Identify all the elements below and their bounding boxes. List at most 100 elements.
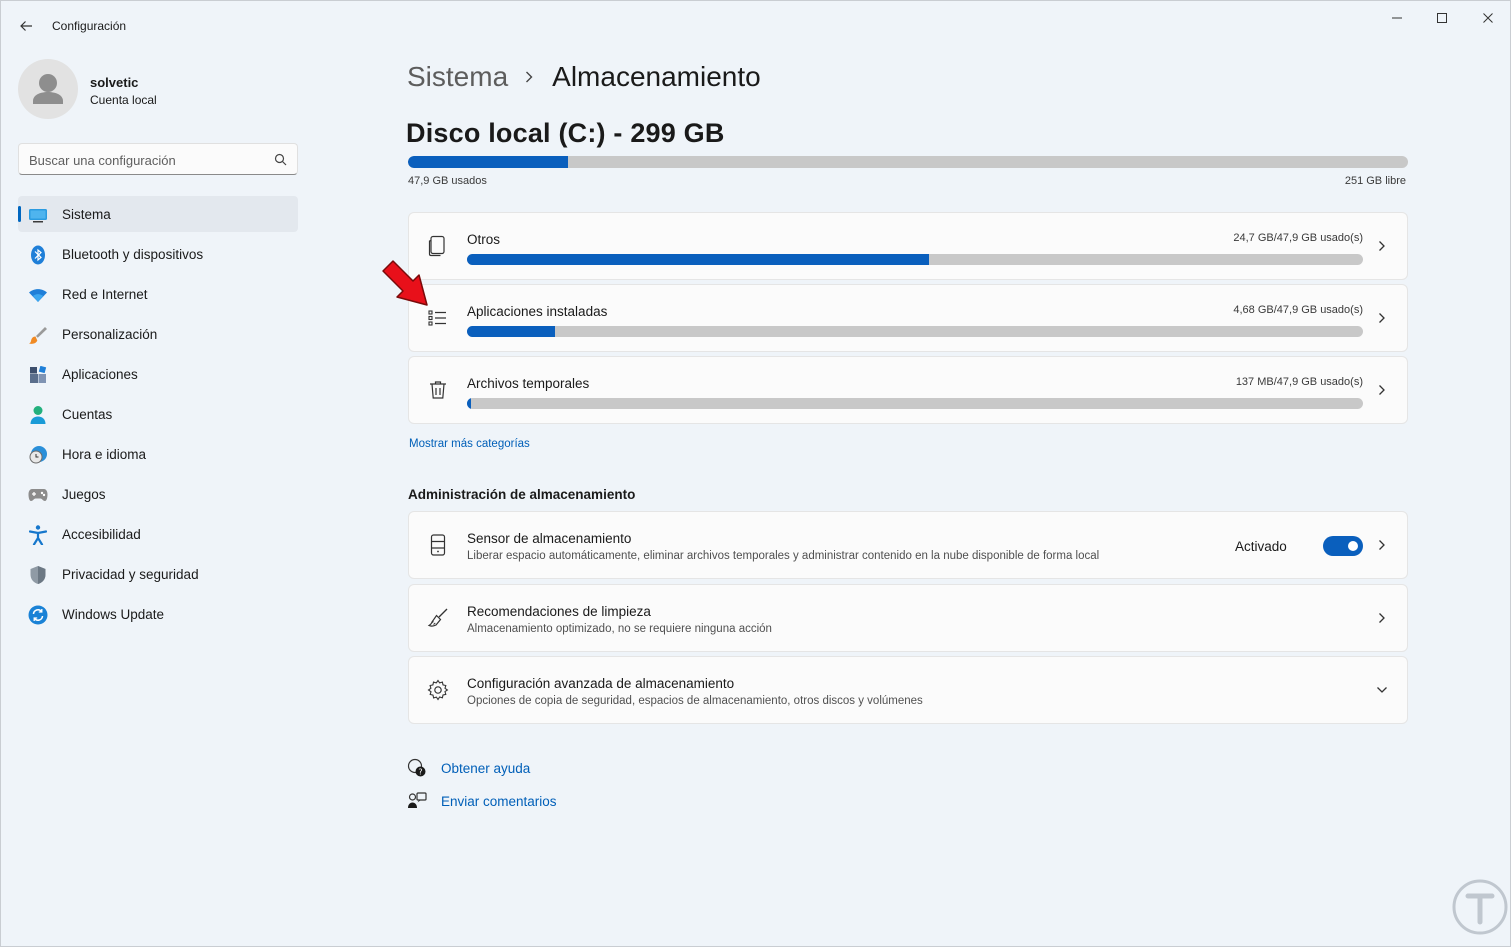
sidebar-nav: Sistema Bluetooth y dispositivos Red e I… [18, 196, 298, 636]
chevron-right-icon [1375, 239, 1389, 253]
gamepad-icon [28, 485, 48, 505]
sidebar-item-cuentas[interactable]: Cuentas [18, 396, 298, 432]
sidebar-item-red[interactable]: Red e Internet [18, 276, 298, 312]
sidebar-item-label: Juegos [62, 487, 106, 502]
toggle-state-label: Activado [1235, 539, 1287, 554]
sidebar-item-sistema[interactable]: Sistema [18, 196, 298, 232]
disk-usage-bar [408, 156, 1408, 168]
back-arrow-icon [20, 21, 32, 31]
chevron-right-icon [1375, 538, 1389, 552]
avatar[interactable] [18, 59, 78, 119]
clock-globe-icon [28, 445, 48, 465]
search-input[interactable] [29, 150, 269, 170]
sidebar-item-privacidad[interactable]: Privacidad y seguridad [18, 556, 298, 592]
sidebar-item-windows-update[interactable]: Windows Update [18, 596, 298, 632]
minimize-button[interactable] [1385, 9, 1409, 27]
storage-sense-card[interactable]: Sensor de almacenamiento Liberar espacio… [408, 511, 1408, 579]
chevron-right-icon [1375, 311, 1389, 325]
breadcrumb: Sistema Almacenamiento [407, 61, 761, 93]
category-usage-bar [467, 254, 1363, 265]
advanced-storage-title: Configuración avanzada de almacenamiento [467, 676, 735, 691]
user-name: solvetic [90, 75, 139, 90]
category-usage: 137 MB/47,9 GB usado(s) [1235, 376, 1363, 388]
disk-free-label: 251 GB libre [1344, 175, 1406, 187]
category-usage-fill [467, 326, 555, 337]
bluetooth-icon [28, 245, 48, 265]
back-button[interactable] [15, 15, 37, 37]
brush-icon [28, 325, 48, 345]
get-help-link[interactable]: Obtener ayuda [441, 761, 530, 776]
disk-used-label: 47,9 GB usados [408, 175, 487, 187]
chevron-down-icon [1375, 683, 1389, 697]
person-icon [33, 74, 63, 104]
cleanup-title: Recomendaciones de limpieza [467, 604, 651, 619]
disk-title: Disco local (C:) - 299 GB [406, 118, 725, 148]
chevron-right-icon [1375, 383, 1389, 397]
files-icon [427, 235, 449, 257]
apps-icon [28, 365, 48, 385]
wifi-icon [28, 285, 48, 305]
category-card-aplicaciones[interactable]: Aplicaciones instaladas 4,68 GB/47,9 GB … [408, 284, 1408, 352]
feedback-row[interactable]: Enviar comentarios [407, 791, 557, 811]
search-icon[interactable] [274, 153, 287, 171]
disk-usage-fill [408, 156, 568, 168]
sidebar-item-personalizacion[interactable]: Personalización [18, 316, 298, 352]
sidebar-item-label: Bluetooth y dispositivos [62, 247, 204, 262]
get-help-row[interactable]: ? Obtener ayuda [407, 758, 530, 778]
maximize-button[interactable] [1430, 9, 1454, 27]
accessibility-icon [28, 525, 48, 545]
maximize-icon [1437, 13, 1447, 23]
person-icon [28, 405, 48, 425]
sidebar-item-label: Hora e idioma [62, 447, 147, 462]
page-title: Almacenamiento [552, 61, 761, 92]
sidebar-item-bluetooth[interactable]: Bluetooth y dispositivos [18, 236, 298, 272]
svg-text:?: ? [418, 768, 422, 777]
category-title: Aplicaciones instaladas [467, 304, 608, 319]
category-card-temporales[interactable]: Archivos temporales 137 MB/47,9 GB usado… [408, 356, 1408, 424]
sidebar-item-hora[interactable]: Hora e idioma [18, 436, 298, 472]
storage-sense-toggle[interactable] [1323, 536, 1363, 556]
sidebar-item-label: Personalización [62, 327, 158, 342]
cleanup-recommendations-card[interactable]: Recomendaciones de limpieza Almacenamien… [408, 584, 1408, 652]
category-usage-bar [467, 398, 1363, 409]
update-icon [28, 605, 48, 625]
sidebar-item-label: Privacidad y seguridad [62, 567, 199, 582]
app-title: Configuración [52, 19, 127, 33]
category-usage-fill [467, 398, 471, 409]
sidebar-item-aplicaciones[interactable]: Aplicaciones [18, 356, 298, 392]
trash-icon [427, 379, 449, 401]
close-icon [1483, 13, 1493, 23]
category-title: Archivos temporales [467, 376, 590, 391]
minimize-icon [1392, 17, 1402, 19]
category-usage-fill [467, 254, 930, 265]
breadcrumb-parent[interactable]: Sistema [407, 61, 508, 93]
category-usage-bar [467, 326, 1363, 337]
monitor-icon [28, 205, 48, 225]
feedback-link[interactable]: Enviar comentarios [441, 794, 557, 809]
sidebar-item-accesibilidad[interactable]: Accesibilidad [18, 516, 298, 552]
show-more-categories-link[interactable]: Mostrar más categorías [409, 438, 530, 450]
advanced-storage-card[interactable]: Configuración avanzada de almacenamiento… [408, 656, 1408, 724]
help-chat-icon: ? [407, 758, 427, 778]
sidebar-item-label: Aplicaciones [62, 367, 138, 382]
annotation-arrow-icon [382, 260, 428, 306]
sidebar-item-label: Accesibilidad [62, 527, 141, 542]
category-card-otros[interactable]: Otros 24,7 GB/47,9 GB usado(s) [408, 212, 1408, 280]
toggle-knob [1348, 541, 1358, 551]
close-button[interactable] [1476, 9, 1500, 27]
sidebar-item-label: Red e Internet [62, 287, 148, 302]
search-box[interactable] [18, 143, 298, 175]
storage-drive-icon [427, 534, 449, 556]
title-bar: Configuración [1, 1, 1510, 49]
sidebar-item-label: Windows Update [62, 607, 165, 622]
sidebar-item-juegos[interactable]: Juegos [18, 476, 298, 512]
account-type: Cuenta local [90, 93, 157, 107]
category-usage: 24,7 GB/47,9 GB usado(s) [1233, 232, 1363, 244]
category-usage: 4,68 GB/47,9 GB usado(s) [1233, 304, 1363, 316]
cleanup-subtitle: Almacenamiento optimizado, no se requier… [467, 623, 772, 635]
gear-icon [427, 679, 449, 701]
broom-icon [427, 607, 449, 629]
section-title: Administración de almacenamiento [408, 487, 636, 502]
category-title: Otros [467, 232, 501, 247]
sidebar-item-label: Cuentas [62, 407, 113, 422]
